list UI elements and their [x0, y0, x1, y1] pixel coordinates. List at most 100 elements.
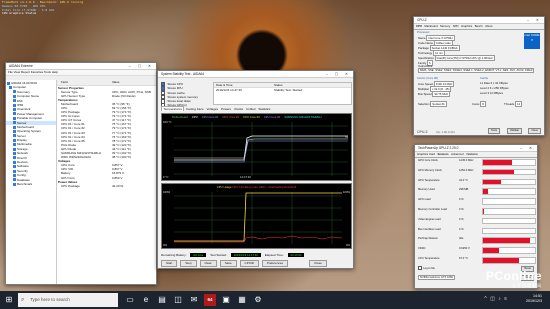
mail-icon[interactable]: ✉	[188, 294, 200, 306]
cores-row: Cores 6	[472, 101, 486, 107]
sensor-name[interactable]: GPU Memory Clock	[418, 168, 458, 175]
sensor-name[interactable]: GPU Load	[418, 197, 458, 204]
tab-graphics[interactable]: Graphics	[461, 24, 472, 28]
tree-item-label: Network	[17, 151, 29, 156]
cpuz-titlebar[interactable]: CPU-Z – ✕	[414, 17, 544, 24]
task-view-icon[interactable]: ▭	[124, 294, 136, 306]
tab-advanced[interactable]: Advanced	[451, 152, 463, 156]
threads-label: Threads	[504, 102, 515, 106]
start-button[interactable]: Start	[161, 260, 178, 267]
sensor-name[interactable]: Memory Used	[418, 187, 458, 194]
cpuid-button[interactable]: CPUID	[239, 260, 259, 267]
sensor-name[interactable]: Video Engine Load	[418, 217, 458, 224]
watermark-sub: 太平洋电脑网	[512, 283, 542, 288]
edge-browser-icon[interactable]: e	[140, 294, 152, 306]
sensor-graph	[482, 247, 536, 254]
search-icon: ⌕	[21, 297, 25, 303]
cpuz-taskbar-icon[interactable]: ▣	[220, 294, 232, 306]
column-datetime: Date & Time	[216, 83, 233, 87]
window-controls[interactable]: – ✕	[520, 145, 535, 151]
sensor-graph-fill	[483, 160, 512, 165]
settings-icon[interactable]: ⚙	[252, 294, 264, 306]
cpu-usage-graph: CPU Usage CPU Throttling (max: 26%) - Ov…	[161, 183, 352, 249]
tab-graphics-card[interactable]: Graphics Card	[417, 152, 435, 156]
clear-button[interactable]: Clear	[199, 260, 217, 267]
tab-statistics[interactable]: Statistics	[257, 107, 272, 111]
sensor-name[interactable]: PerfCap Reason	[418, 236, 458, 243]
tree-item-icon	[13, 138, 16, 142]
tab-powers[interactable]: Powers	[220, 107, 233, 111]
tab-temperatures[interactable]: Temperatures	[161, 106, 185, 111]
window-controls[interactable]: – ✕	[527, 17, 542, 23]
tree-item-icon	[13, 147, 16, 151]
window-title: CPU-Z	[417, 18, 427, 22]
stop-button[interactable]: Stop	[180, 260, 197, 267]
sensor-graph-fill	[483, 189, 489, 194]
cache-l1: L1 Data 6 x 32 KBytes	[480, 81, 508, 85]
sensor-list: Field Value Sensor Properties Sensor Type…	[57, 80, 156, 284]
tab-cooling-fans[interactable]: Cooling Fans	[184, 107, 205, 111]
stability-titlebar[interactable]: System Stability Test - AIDA64 – ▢ ✕	[158, 71, 353, 78]
column-value[interactable]: Value	[112, 80, 119, 85]
window-controls[interactable]: – ▢ ✕	[326, 71, 351, 77]
tree-item-icon	[13, 173, 16, 177]
store-icon[interactable]: ◫	[172, 294, 184, 306]
list-row[interactable]: CPU Package 42.20 W	[57, 184, 156, 188]
aida64-taskbar-icon[interactable]: 64	[204, 294, 216, 306]
sensor-value: 0 %	[459, 217, 464, 221]
temperature-graph: Motherboard CPU CPU Core #1 CPU Core #2 CPU …	[161, 113, 352, 181]
aida64-titlebar[interactable]: AIDA64 Extreme – ▢ ✕	[6, 63, 156, 70]
windows-start-icon[interactable]: ⊞	[3, 294, 15, 306]
sensor-name[interactable]: CPU Temperature	[418, 256, 458, 263]
close-button[interactable]: Close	[309, 260, 327, 267]
tab-sensors[interactable]: Sensors	[438, 152, 449, 156]
sensor-name[interactable]: VDDC	[418, 246, 458, 253]
gpuz-titlebar[interactable]: TechPowerUp GPU-Z 2.25.0 – ✕	[415, 145, 537, 152]
close-button[interactable]: Close	[528, 128, 541, 134]
sensor-value: 0 %	[459, 227, 464, 231]
search-box[interactable]: ⌕ Type here to search	[18, 293, 118, 307]
card-select-value[interactable]: NVIDIA GeForce GTX 1660	[418, 275, 456, 280]
sensor-row: GPU Core Clock 1245.0 MHz	[418, 158, 536, 166]
window-controls[interactable]: – ▢ ✕	[129, 63, 154, 69]
tab-memory[interactable]: Memory	[440, 24, 450, 28]
tree-item-icon	[13, 143, 16, 147]
bus-speed-label: Bus Speed	[418, 92, 432, 96]
clock[interactable]: 14:51 2019/12/3	[526, 294, 542, 304]
tab-bench[interactable]: Bench	[475, 24, 483, 28]
tab-mainboard[interactable]: Mainboard	[424, 24, 437, 28]
sensor-name[interactable]: GPU Core Clock	[418, 158, 458, 165]
column-field[interactable]: Field	[61, 80, 68, 85]
tab-clocks[interactable]: Clocks	[233, 107, 245, 111]
overlay-line: CPU Graphics Status	[2, 11, 37, 16]
file-explorer-icon[interactable]: ▤	[156, 294, 168, 306]
socket-select[interactable]: Socket #1	[430, 101, 447, 107]
tab-spd[interactable]: SPD	[453, 24, 459, 28]
tools-button[interactable]: Tools	[487, 128, 500, 134]
sensor-name[interactable]: GPU Temperature	[418, 178, 458, 185]
tab-voltages[interactable]: Voltages	[205, 107, 220, 111]
card-select[interactable]: NVIDIA GeForce GTX 1660	[418, 275, 456, 280]
selection-row: Selection Socket #1	[418, 101, 447, 107]
save-button[interactable]: Save	[219, 260, 237, 267]
log-checkbox[interactable]	[418, 266, 423, 271]
stress-options: Stress CPU Stress FPU Stress cache Stress s…	[161, 82, 211, 108]
log-option[interactable]: Log to file	[418, 266, 435, 271]
log-label: Log to file	[423, 266, 435, 270]
preferences-button[interactable]: Preferences	[261, 260, 289, 267]
sensor-name[interactable]: Bus Interface Load	[418, 227, 458, 234]
tree-item[interactable]: Benchmark	[6, 182, 56, 186]
tab-validation[interactable]: Validation	[466, 152, 478, 156]
status-bar: Remaining Battery: AC Line Test Started:…	[161, 252, 350, 258]
system-tray[interactable]: ^ ◫ ♪ ≡	[484, 296, 508, 302]
tab-about[interactable]: About	[485, 24, 492, 28]
navigation-tree[interactable]: AIDA64 v6.00.5100 Computer Summary Computer…	[6, 80, 57, 284]
tab-cpu[interactable]: CPU	[416, 24, 422, 28]
validate-button[interactable]: Validate	[506, 128, 522, 134]
gpuz-taskbar-icon[interactable]: ▦	[236, 294, 248, 306]
tree-item-icon	[13, 134, 16, 138]
sensor-value: 0 %	[459, 208, 464, 211]
tab-unified[interactable]: Unified	[245, 107, 257, 111]
sensor-name[interactable]: Memory Controller Load	[418, 207, 458, 214]
tree-item-icon	[13, 116, 16, 120]
